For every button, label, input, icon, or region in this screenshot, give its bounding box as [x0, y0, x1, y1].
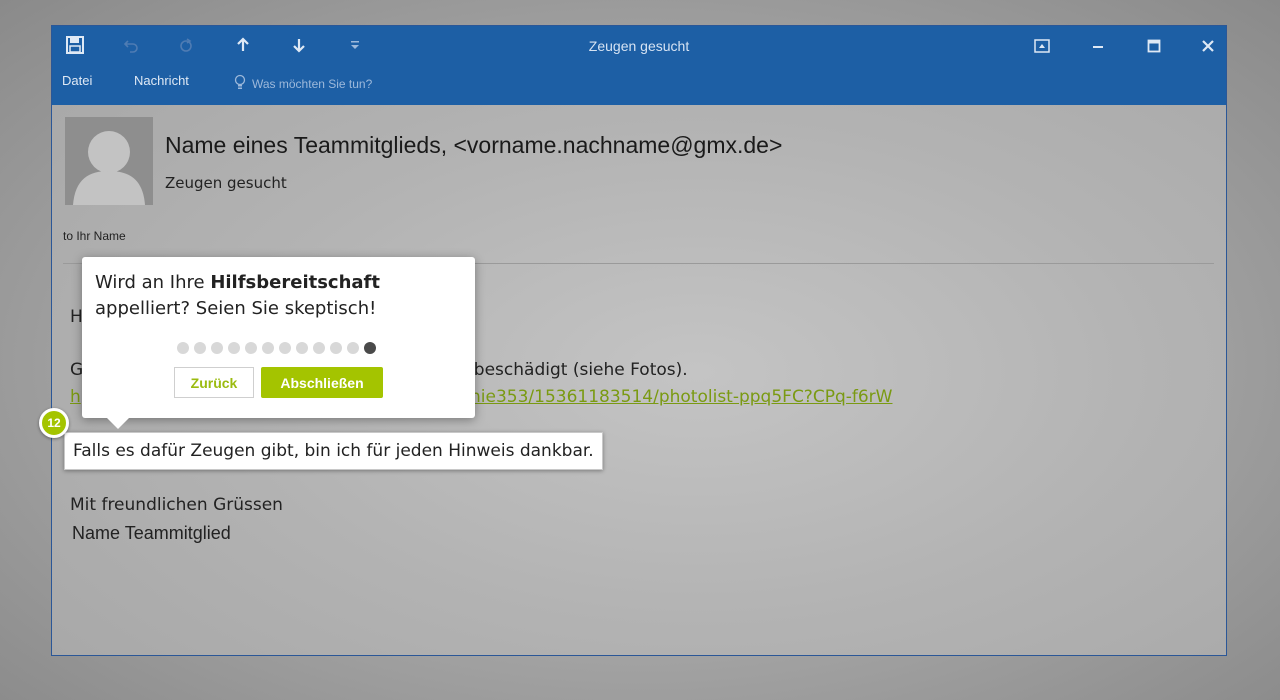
tooltip-pointer [107, 418, 129, 429]
progress-dot [347, 342, 359, 354]
close-icon[interactable] [1195, 34, 1221, 58]
ribbon-display-icon[interactable] [1029, 34, 1055, 58]
tab-file[interactable]: Datei [62, 73, 92, 88]
recipient-line: to Ihr Name [63, 229, 126, 243]
sender-name: Name eines Teammitglieds, <vorname.nachn… [165, 132, 783, 158]
progress-dot [313, 342, 325, 354]
tell-me-label: Was möchten Sie tun? [252, 76, 373, 91]
tooltip-text: Wird an Ihre Hilfsbereitschaft appelliert… [95, 270, 455, 322]
progress-dot [279, 342, 291, 354]
finish-button[interactable]: Abschließen [261, 367, 383, 398]
progress-dot [330, 342, 342, 354]
photo-link[interactable]: nie353/15361183514/photolist-ppq5FC?CPq-… [470, 387, 892, 407]
greeting-fragment: H [70, 307, 83, 327]
email-subject: Zeugen gesucht [165, 174, 287, 192]
progress-dot [364, 342, 376, 354]
ribbon-tabs [52, 70, 1226, 105]
back-button[interactable]: Zurück [174, 367, 254, 398]
tooltip-text-bold: Hilfsbereitschaft [210, 272, 380, 293]
closing-text: Mit freundlichen Grüssen [70, 495, 283, 515]
minimize-icon[interactable] [1085, 34, 1111, 58]
photo-link-start[interactable]: h [70, 387, 81, 407]
tooltip-text-start: Wird an Ihre [95, 272, 211, 293]
progress-dot [194, 342, 206, 354]
progress-dot [245, 342, 257, 354]
step-badge: 12 [39, 408, 69, 438]
progress-dot [228, 342, 240, 354]
progress-dot [177, 342, 189, 354]
maximize-icon[interactable] [1141, 34, 1167, 58]
progress-dot [262, 342, 274, 354]
tab-message[interactable]: Nachricht [134, 73, 189, 88]
title-bar: Zeugen gesucht [52, 26, 1226, 70]
signature: Name Teammitglied [72, 523, 231, 543]
step-progress-dots [177, 342, 376, 354]
highlighted-sentence: Falls es dafür Zeugen gibt, bin ich für … [64, 432, 603, 470]
tutorial-tooltip: Wird an Ihre Hilfsbereitschaft appelliert… [82, 257, 475, 429]
lightbulb-icon [234, 74, 246, 93]
tell-me-search[interactable]: Was möchten Sie tun? [234, 74, 372, 93]
progress-dot [211, 342, 223, 354]
person-silhouette-icon [65, 131, 153, 205]
tooltip-text-end: appelliert? Seien Sie skeptisch! [95, 298, 377, 319]
body-line-end: o beschädigt (siehe Fotos). [458, 360, 688, 380]
sender-avatar [65, 117, 153, 205]
progress-dot [296, 342, 308, 354]
